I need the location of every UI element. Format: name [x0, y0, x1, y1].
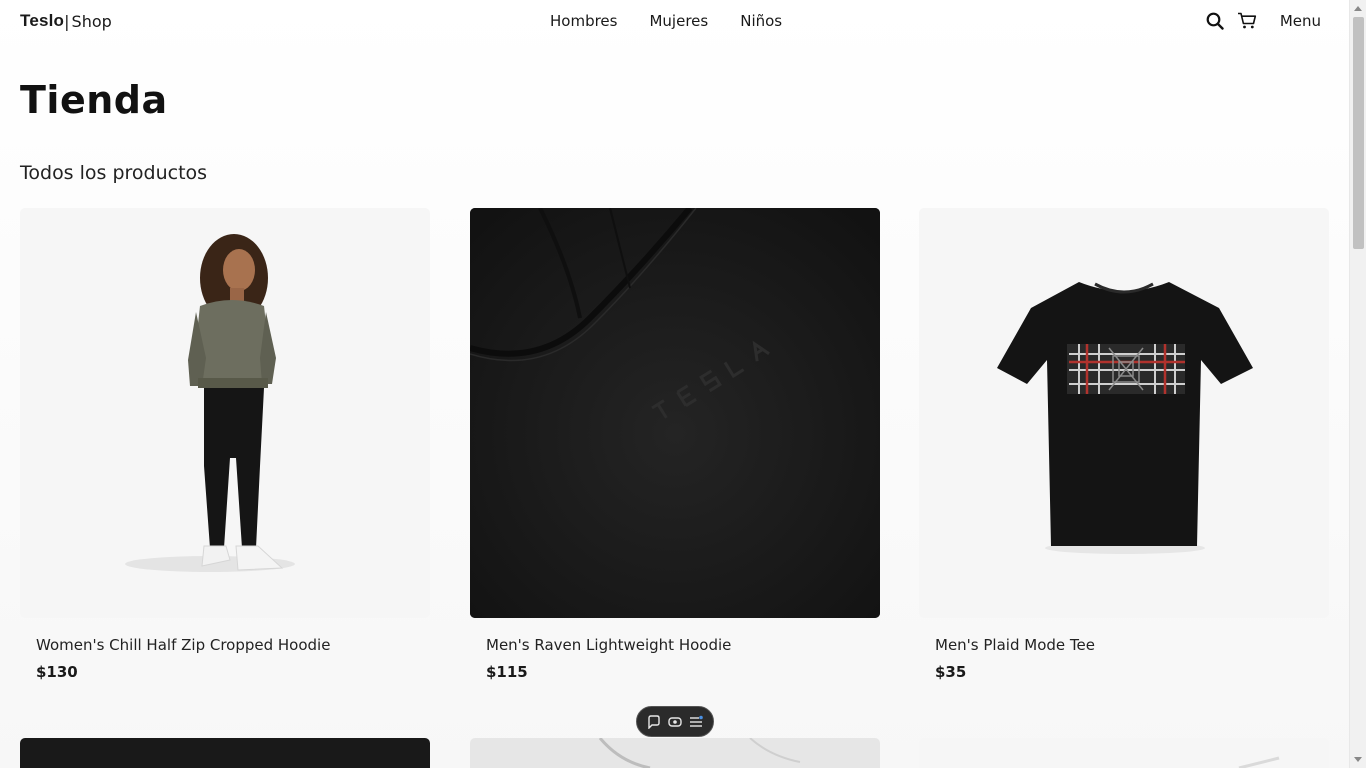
product-title[interactable]: Women's Chill Half Zip Cropped Hoodie: [36, 636, 414, 654]
woman-hoodie-photo[interactable]: [20, 208, 430, 618]
product-card[interactable]: Men's Plaid Mode Tee $35: [919, 208, 1329, 681]
product-price: $35: [935, 663, 967, 681]
scroll-thumb[interactable]: [1353, 17, 1364, 249]
navbar-actions: Menu: [1204, 10, 1321, 32]
product-title[interactable]: Men's Raven Lightweight Hoodie: [486, 636, 864, 654]
scroll-up-arrow[interactable]: [1354, 6, 1362, 11]
light-grey-fabric-photo[interactable]: [470, 738, 880, 768]
brand-name: Teslo: [20, 11, 65, 30]
nav-link-hombres[interactable]: Hombres: [534, 8, 633, 34]
brand-logo-link[interactable]: Teslo | Shop: [20, 11, 112, 31]
nav-link-mujeres[interactable]: Mujeres: [633, 8, 724, 34]
search-icon[interactable]: [1204, 10, 1226, 32]
product-card[interactable]: [470, 738, 880, 768]
white-product-photo[interactable]: [919, 738, 1329, 768]
cart-icon[interactable]: [1236, 10, 1258, 32]
page-subtitle: Todos los productos: [20, 162, 208, 184]
category-nav: Hombres Mujeres Niños: [534, 0, 798, 42]
product-price: $115: [486, 663, 528, 681]
comment-icon[interactable]: [645, 713, 663, 731]
brand-separator: |: [64, 11, 70, 31]
page-title: Tienda: [20, 78, 168, 122]
list-settings-icon[interactable]: [687, 713, 705, 731]
product-card[interactable]: [20, 738, 430, 768]
product-card[interactable]: [919, 738, 1329, 768]
scroll-down-arrow[interactable]: [1354, 757, 1362, 762]
black-hoodie-closeup-photo[interactable]: [470, 208, 880, 618]
product-info: Women's Chill Half Zip Cropped Hoodie $1…: [20, 618, 430, 681]
product-card[interactable]: Men's Raven Lightweight Hoodie $115: [470, 208, 880, 681]
top-navbar: Teslo | Shop Hombres Mujeres Niños Menu: [0, 0, 1349, 42]
floating-toolbar: [636, 706, 714, 737]
menu-button[interactable]: Menu: [1280, 12, 1321, 30]
page-scrollbar[interactable]: [1349, 0, 1366, 768]
nav-link-ninos[interactable]: Niños: [724, 8, 798, 34]
dark-fabric-photo[interactable]: [20, 738, 430, 768]
product-info: Men's Plaid Mode Tee $35: [919, 618, 1329, 681]
product-title[interactable]: Men's Plaid Mode Tee: [935, 636, 1313, 654]
product-price: $130: [36, 663, 78, 681]
eye-icon[interactable]: [666, 713, 684, 731]
product-info: Men's Raven Lightweight Hoodie $115: [470, 618, 880, 681]
product-card[interactable]: Women's Chill Half Zip Cropped Hoodie $1…: [20, 208, 430, 681]
brand-shop: Shop: [71, 11, 112, 31]
black-tee-photo[interactable]: [919, 208, 1329, 618]
